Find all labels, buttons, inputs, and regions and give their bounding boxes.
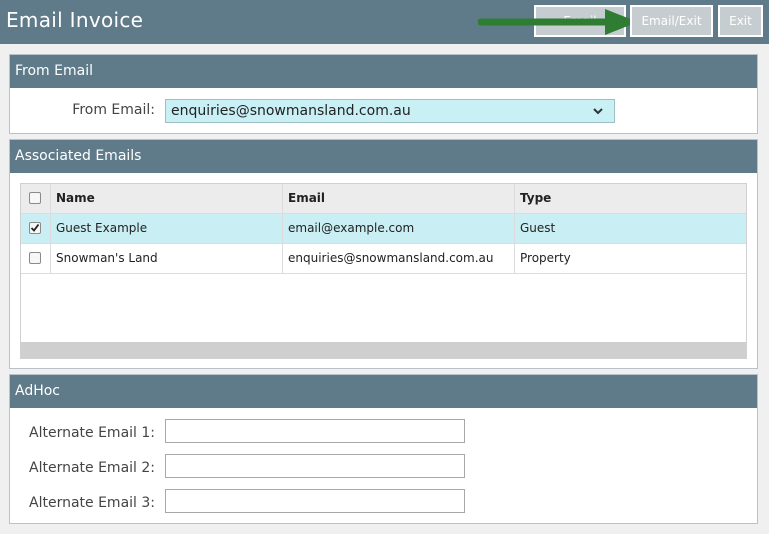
horizontal-scrollbar[interactable] (21, 342, 746, 358)
associated-emails-panel: Associated Emails Name Email Type Guest … (9, 139, 758, 369)
from-email-label: From Email: (72, 102, 155, 118)
from-email-header: From Email (10, 55, 757, 88)
row-check-cell (21, 244, 51, 273)
select-all-cell (21, 184, 51, 213)
alternate-email-3-input[interactable] (165, 489, 465, 513)
row-type: Property (520, 251, 571, 265)
exit-button-label: Exit (729, 14, 752, 28)
exit-button[interactable]: Exit (718, 5, 763, 37)
row-email: email@example.com (283, 214, 515, 243)
grid-header-row: Name Email Type (21, 184, 746, 214)
from-email-select[interactable]: enquiries@snowmansland.com.au (165, 99, 615, 123)
alternate-email-1-label: Alternate Email 1: (29, 425, 155, 441)
select-all-checkbox[interactable] (29, 192, 41, 204)
chevron-down-icon (593, 108, 603, 115)
table-row[interactable]: Guest Example email@example.com Guest (21, 214, 746, 244)
row-type: Guest (520, 221, 556, 235)
column-header-email[interactable]: Email (283, 184, 515, 213)
arrow-right-icon (478, 9, 638, 35)
top-bar: Email Invoice Email Email/Exit Exit (0, 0, 769, 44)
page-title: Email Invoice (6, 8, 144, 32)
row-checkbox-checked[interactable] (29, 222, 41, 234)
alternate-email-3-label: Alternate Email 3: (29, 495, 155, 511)
from-email-value: enquiries@snowmansland.com.au (171, 103, 411, 119)
alternate-email-2-input[interactable] (165, 454, 465, 478)
row-name: Guest Example (51, 214, 283, 243)
column-header-type[interactable]: Type (515, 184, 746, 213)
alternate-email-1-input[interactable] (165, 419, 465, 443)
adhoc-panel: AdHoc Alternate Email 1: Alternate Email… (9, 374, 758, 524)
row-email: enquiries@snowmansland.com.au (283, 244, 515, 273)
alternate-email-2-label: Alternate Email 2: (29, 460, 155, 476)
associated-emails-header: Associated Emails (10, 140, 757, 173)
row-checkbox[interactable] (29, 252, 41, 264)
row-name: Snowman's Land (51, 244, 283, 273)
associated-emails-grid: Name Email Type Guest Example email@exam… (20, 183, 747, 359)
from-email-panel: From Email From Email: enquiries@snowman… (9, 54, 758, 134)
row-check-cell (21, 214, 51, 243)
adhoc-header: AdHoc (10, 375, 757, 408)
checkmark-icon (30, 223, 40, 232)
column-header-name[interactable]: Name (51, 184, 283, 213)
table-row[interactable]: Snowman's Land enquiries@snowmansland.co… (21, 244, 746, 274)
email-exit-button[interactable]: Email/Exit (630, 5, 713, 37)
email-exit-button-label: Email/Exit (641, 14, 702, 28)
